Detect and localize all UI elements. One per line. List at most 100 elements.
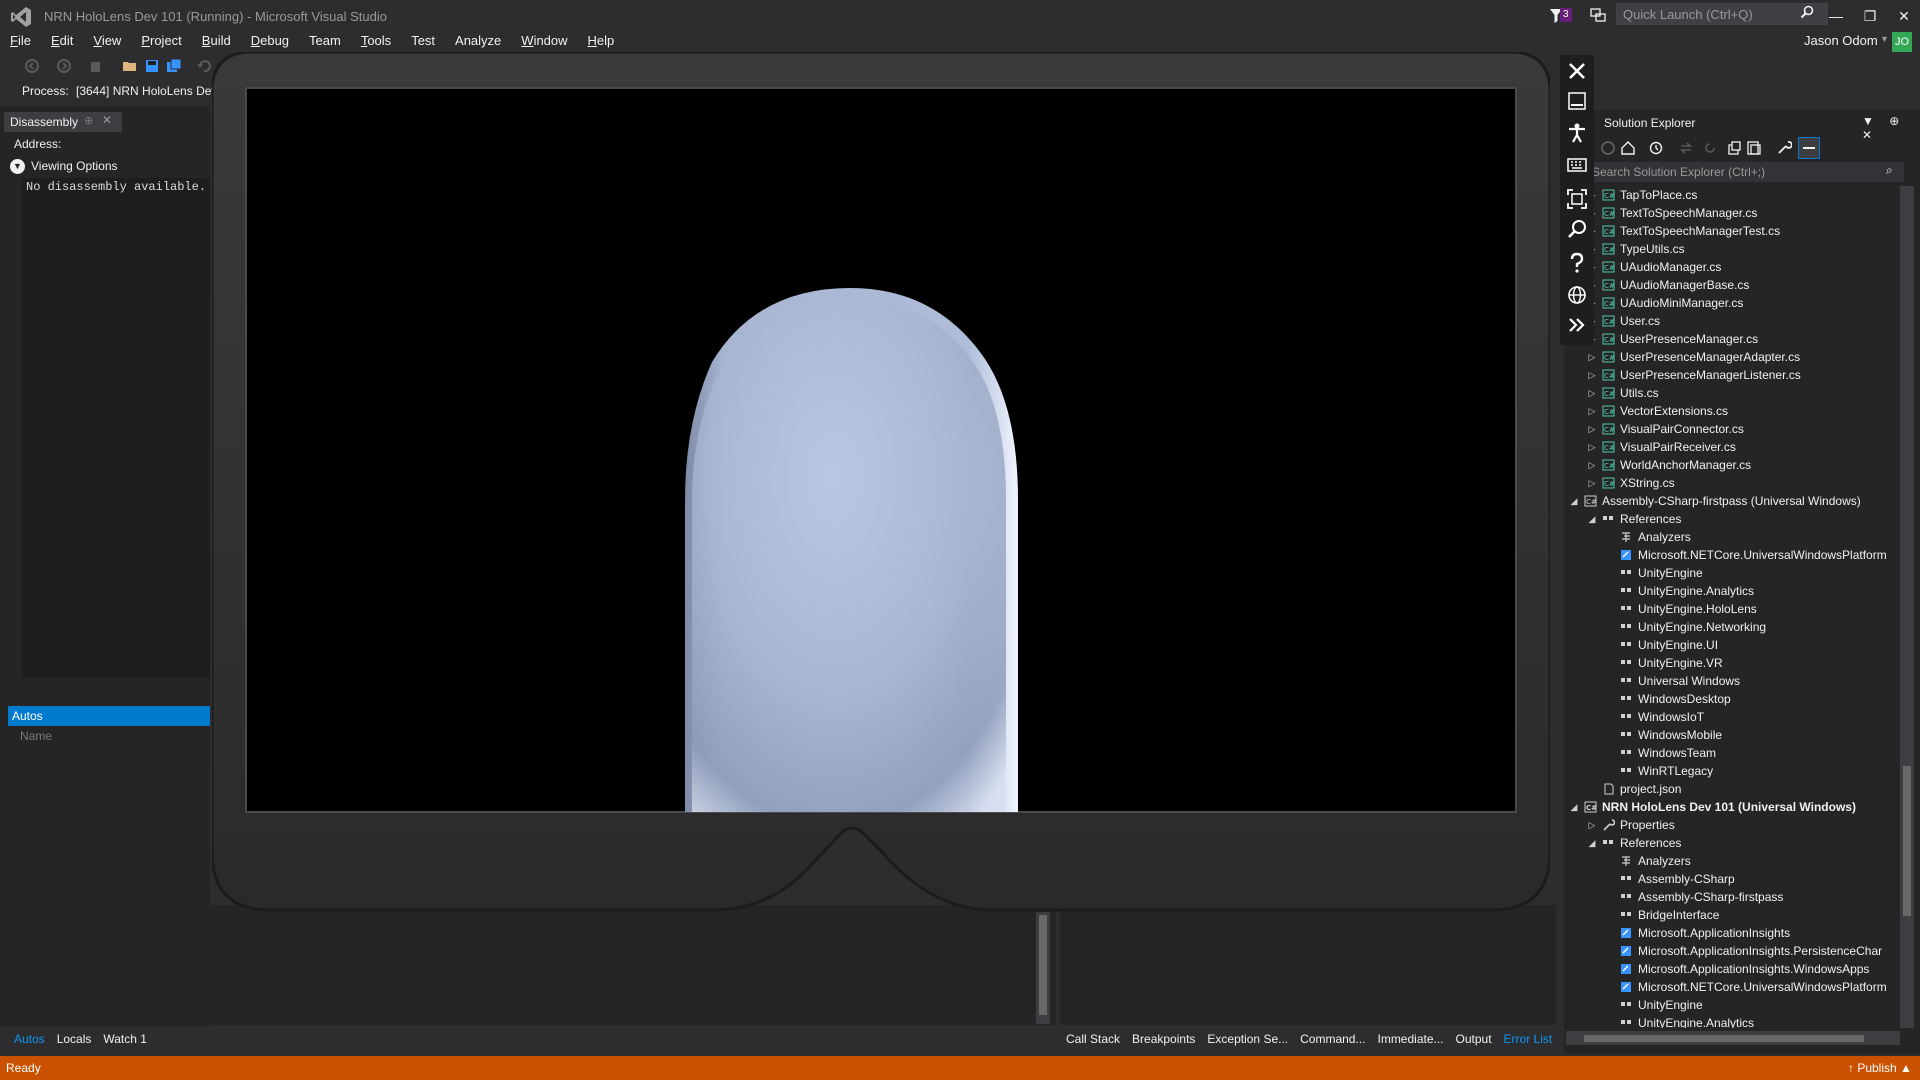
expand-arrow-icon[interactable]: ▷ bbox=[1586, 474, 1598, 492]
emulator-zoom-button[interactable] bbox=[1566, 218, 1588, 240]
solution-explorer-search-input[interactable]: Search Solution Explorer (Ctrl+;) bbox=[1586, 162, 1904, 182]
menu-item-edit[interactable]: Edit bbox=[41, 30, 83, 52]
tab-command-window[interactable]: Command... bbox=[1294, 1030, 1371, 1048]
reference-icon bbox=[1621, 606, 1631, 610]
autos-panel-area bbox=[0, 905, 1056, 1025]
home-icon[interactable] bbox=[1620, 140, 1636, 156]
reference-icon bbox=[1621, 642, 1631, 646]
user-name[interactable]: Jason Odom bbox=[1804, 33, 1878, 48]
emulator-minimize-button[interactable] bbox=[1566, 90, 1588, 112]
feedback-icon[interactable] bbox=[1590, 7, 1606, 23]
menu-item-project[interactable]: Project bbox=[131, 30, 191, 52]
tree-item-label: TapToPlace.cs bbox=[1620, 188, 1698, 202]
menu-item-build[interactable]: Build bbox=[192, 30, 241, 52]
back-icon[interactable] bbox=[1600, 140, 1616, 156]
history-icon[interactable] bbox=[1648, 140, 1664, 156]
notification-count-badge[interactable]: 3 bbox=[1560, 8, 1572, 22]
expand-arrow-icon[interactable]: ▷ bbox=[1586, 366, 1598, 384]
quick-launch-input[interactable]: Quick Launch (Ctrl+Q) bbox=[1616, 3, 1828, 25]
chevron-down-icon[interactable]: ▼ bbox=[1880, 34, 1889, 44]
save-all-icon[interactable] bbox=[166, 58, 182, 74]
menu-item-tools[interactable]: Tools bbox=[351, 30, 401, 52]
properties-icon[interactable] bbox=[1776, 140, 1792, 156]
expand-arrow-icon[interactable]: ▷ bbox=[1586, 348, 1598, 366]
expand-arrow-icon[interactable]: ▷ bbox=[1586, 456, 1598, 474]
menu-item-team[interactable]: Team bbox=[299, 30, 351, 52]
new-project-icon[interactable] bbox=[88, 58, 104, 74]
menu-item-test[interactable]: Test bbox=[401, 30, 445, 52]
viewing-options-toggle[interactable]: ▼ Viewing Options bbox=[10, 159, 118, 175]
address-input[interactable] bbox=[76, 134, 208, 152]
menu-item-help[interactable]: Help bbox=[578, 30, 625, 52]
references-icon bbox=[1603, 840, 1613, 844]
refresh-icon[interactable] bbox=[1702, 140, 1718, 156]
person-icon bbox=[1569, 123, 1585, 143]
scrollbar-thumb[interactable] bbox=[1039, 915, 1047, 1015]
address-label: Address: bbox=[14, 137, 62, 151]
open-folder-icon[interactable] bbox=[122, 58, 138, 74]
navigate-back-icon[interactable] bbox=[24, 58, 40, 74]
collapse-arrow-icon[interactable]: ◢ bbox=[1586, 834, 1598, 852]
scrollbar-thumb[interactable] bbox=[1903, 766, 1911, 916]
collapse-arrow-icon[interactable]: ◢ bbox=[1586, 510, 1598, 528]
horizontal-scrollbar-thumb[interactable] bbox=[1584, 1035, 1864, 1042]
tab-immediate-window[interactable]: Immediate... bbox=[1371, 1030, 1449, 1048]
reference-icon bbox=[1621, 876, 1631, 880]
csproj-icon: C# bbox=[1584, 801, 1597, 813]
nuget-icon bbox=[1621, 946, 1631, 956]
emulator-help-button[interactable] bbox=[1566, 252, 1588, 274]
expand-arrow-icon[interactable]: ▷ bbox=[1586, 402, 1598, 420]
reference-icon bbox=[1621, 732, 1631, 736]
tab-output[interactable]: Output bbox=[1450, 1030, 1498, 1048]
emulator-network-button[interactable] bbox=[1566, 284, 1588, 306]
collapse-all-icon[interactable] bbox=[1726, 140, 1742, 156]
tab-breakpoints[interactable]: Breakpoints bbox=[1126, 1030, 1201, 1048]
show-all-files-icon[interactable] bbox=[1746, 140, 1762, 156]
tab-exception-settings[interactable]: Exception Se... bbox=[1201, 1030, 1294, 1048]
publish-button[interactable]: ↑ Publish ▲ bbox=[1848, 1061, 1912, 1075]
menu-item-window[interactable]: Window bbox=[511, 30, 577, 52]
collapse-arrow-icon[interactable]: ◢ bbox=[1568, 492, 1580, 510]
zoom-icon bbox=[1568, 220, 1586, 238]
restore-button[interactable]: ❐ bbox=[1856, 4, 1884, 28]
expand-arrow-icon[interactable]: ▷ bbox=[1586, 816, 1598, 834]
menu-item-view[interactable]: View bbox=[83, 30, 131, 52]
autos-column-name[interactable]: Name bbox=[20, 729, 52, 743]
expand-arrow-icon[interactable]: ▷ bbox=[1586, 420, 1598, 438]
close-icon[interactable]: ✕ bbox=[102, 113, 112, 127]
emulator-fit-screen-button[interactable] bbox=[1566, 188, 1588, 210]
emulator-input-button[interactable] bbox=[1566, 122, 1588, 144]
more-icon bbox=[1569, 318, 1585, 332]
search-icon[interactable] bbox=[1800, 5, 1814, 19]
undo-icon[interactable] bbox=[196, 58, 212, 74]
autos-panel-header[interactable]: Autos bbox=[8, 706, 210, 726]
save-icon[interactable] bbox=[144, 58, 160, 74]
menu-item-debug[interactable]: Debug bbox=[241, 30, 299, 52]
emulator-more-button[interactable] bbox=[1566, 314, 1588, 336]
avatar[interactable]: JO bbox=[1892, 32, 1912, 52]
emulator-keyboard-button[interactable] bbox=[1566, 154, 1588, 176]
disassembly-content[interactable] bbox=[22, 178, 210, 678]
process-selector[interactable]: [3644] NRN HoloLens Dev bbox=[76, 84, 217, 98]
collapse-arrow-icon[interactable]: ◢ bbox=[1568, 798, 1580, 816]
tab-call-stack[interactable]: Call Stack bbox=[1060, 1030, 1126, 1048]
close-window-button[interactable]: ✕ bbox=[1890, 4, 1918, 28]
svg-text:C#: C# bbox=[1604, 228, 1615, 236]
menu-label: Test bbox=[411, 33, 436, 48]
navigate-forward-icon[interactable] bbox=[56, 58, 72, 74]
menu-item-file[interactable]: File bbox=[0, 30, 41, 52]
hololens-emulator-window[interactable] bbox=[212, 52, 1550, 912]
emulator-close-button[interactable] bbox=[1566, 60, 1588, 82]
pin-icon[interactable]: ⊕ bbox=[84, 114, 93, 127]
preview-selected-items-button[interactable] bbox=[1798, 137, 1820, 159]
expand-arrow-icon[interactable]: ▷ bbox=[1586, 384, 1598, 402]
expand-arrow-icon[interactable]: ▷ bbox=[1586, 438, 1598, 456]
minimize-button[interactable]: — bbox=[1822, 4, 1850, 28]
sync-icon[interactable] bbox=[1678, 140, 1694, 156]
tab-locals[interactable]: Locals bbox=[51, 1030, 98, 1048]
tab-autos[interactable]: Autos bbox=[8, 1030, 51, 1048]
search-icon[interactable]: ⌕ bbox=[1886, 163, 1893, 178]
tab-watch-1[interactable]: Watch 1 bbox=[97, 1030, 153, 1048]
menu-item-analyze[interactable]: Analyze bbox=[445, 30, 511, 52]
tab-error-list[interactable]: Error List bbox=[1498, 1030, 1559, 1048]
